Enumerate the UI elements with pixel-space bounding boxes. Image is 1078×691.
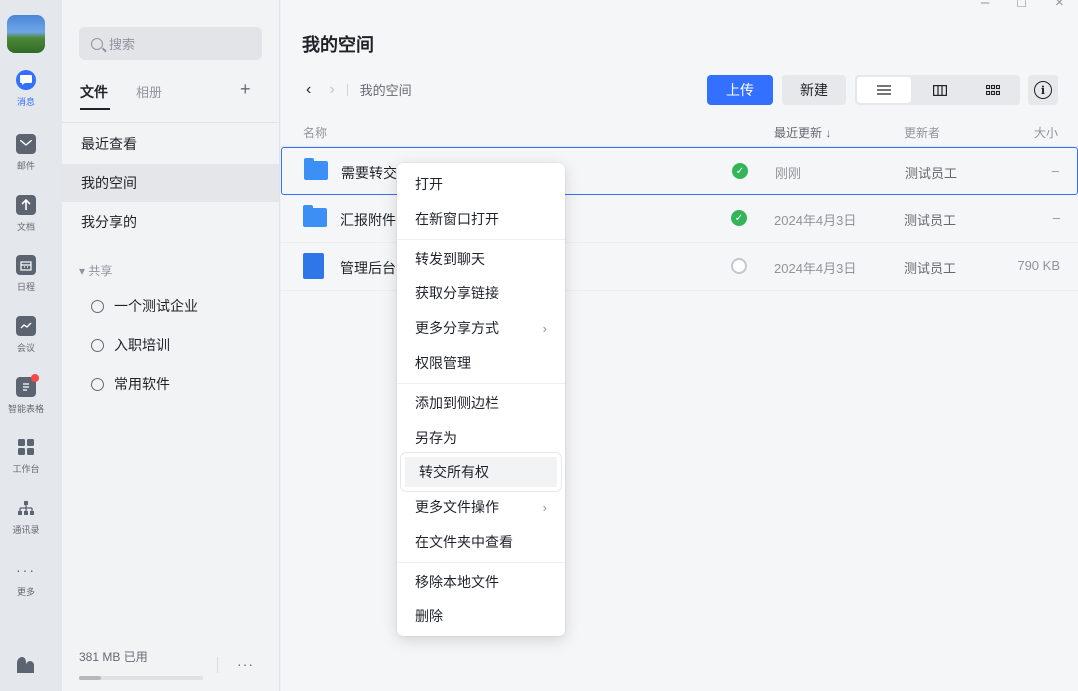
menu-item-save-as[interactable]: 另存为 bbox=[401, 422, 561, 454]
tab-album[interactable]: 相册 bbox=[136, 82, 162, 101]
nav-my-space[interactable]: 我的空间 bbox=[62, 164, 279, 202]
nav-shared-by-me[interactable]: 我分享的 bbox=[62, 203, 279, 241]
menu-item-more-file-ops[interactable]: 更多文件操作 › bbox=[401, 491, 561, 523]
column-header-updated[interactable]: 最近更新 ↓ bbox=[774, 124, 831, 141]
divider bbox=[217, 657, 218, 673]
rail-item-more[interactable]: ··· 更多 bbox=[0, 560, 52, 598]
app-rail: 消息 邮件 文档 日程 会议 智能表格 工作台 通讯录 ··· 更多 bbox=[0, 0, 62, 691]
divider bbox=[397, 383, 565, 384]
sidebar-tabs: 文件 相册 + bbox=[80, 79, 265, 110]
shared-item[interactable]: 入职培训 bbox=[91, 335, 170, 355]
info-icon: i bbox=[1034, 81, 1052, 99]
folder-icon bbox=[304, 158, 328, 180]
chevron-right-icon: › bbox=[542, 499, 547, 515]
space-icon bbox=[91, 338, 104, 352]
context-menu: 打开 在新窗口打开 转发到聊天 获取分享链接 更多分享方式 › 权限管理 添加到… bbox=[397, 163, 565, 636]
document-icon bbox=[303, 253, 324, 279]
storage-progress-bar bbox=[79, 676, 203, 680]
chevron-right-icon: › bbox=[542, 320, 547, 336]
storage-usage-text: 381 MB 已用 bbox=[79, 650, 148, 664]
docs-icon bbox=[16, 195, 36, 215]
menu-item-show-in-folder[interactable]: 在文件夹中查看 bbox=[401, 526, 561, 558]
grid-view-icon[interactable] bbox=[966, 75, 1020, 105]
user-avatar[interactable] bbox=[7, 15, 45, 53]
column-view-icon[interactable] bbox=[913, 75, 967, 105]
add-button[interactable]: + bbox=[240, 79, 251, 100]
menu-item-delete[interactable]: 删除 bbox=[401, 600, 561, 632]
smart-table-icon bbox=[16, 374, 39, 397]
column-header-name[interactable]: 名称 bbox=[303, 124, 327, 141]
new-button[interactable]: 新建 bbox=[782, 75, 846, 105]
breadcrumb: ‹ › 我的空间 bbox=[306, 80, 412, 99]
breadcrumb-item[interactable]: 我的空间 bbox=[360, 80, 412, 99]
rail-item-workbench[interactable]: 工作台 bbox=[0, 437, 52, 475]
shared-item[interactable]: 常用软件 bbox=[91, 374, 170, 394]
rail-item-messages[interactable]: 消息 bbox=[0, 70, 52, 108]
back-icon[interactable]: ‹ bbox=[306, 81, 311, 99]
maximize-icon[interactable]: □ bbox=[1017, 0, 1026, 11]
divider bbox=[397, 239, 565, 240]
page-title: 我的空间 bbox=[302, 35, 374, 55]
rail-item-meeting[interactable]: 会议 bbox=[0, 316, 52, 354]
calendar-icon bbox=[16, 255, 36, 275]
synced-icon: ✓ bbox=[732, 163, 748, 179]
rail-item-mail[interactable]: 邮件 bbox=[0, 134, 52, 172]
menu-item-open-new-window[interactable]: 在新窗口打开 bbox=[401, 203, 561, 235]
shared-section-header[interactable]: ▾ 共享 bbox=[79, 262, 112, 279]
column-header-updater: 更新者 bbox=[904, 126, 941, 140]
mail-icon bbox=[16, 134, 36, 154]
space-icon bbox=[91, 299, 104, 313]
menu-item-transfer-ownership[interactable]: 转交所有权 bbox=[401, 453, 561, 491]
forward-icon[interactable]: › bbox=[329, 81, 334, 99]
list-view-icon[interactable] bbox=[857, 77, 911, 103]
info-button[interactable]: i bbox=[1028, 75, 1058, 105]
more-icon: ··· bbox=[16, 562, 36, 578]
nav-recent[interactable]: 最近查看 bbox=[62, 125, 279, 163]
menu-item-get-share-link[interactable]: 获取分享链接 bbox=[401, 277, 561, 309]
tab-files[interactable]: 文件 bbox=[80, 82, 110, 110]
view-switcher bbox=[855, 75, 1020, 105]
rail-item-calendar[interactable]: 日程 bbox=[0, 255, 52, 293]
rail-item-smart-table[interactable]: 智能表格 bbox=[0, 374, 52, 415]
menu-item-open[interactable]: 打开 bbox=[401, 168, 561, 200]
folder-icon bbox=[303, 205, 327, 227]
shared-item[interactable]: 一个测试企业 bbox=[91, 296, 198, 316]
app-logo-icon[interactable] bbox=[14, 656, 36, 674]
rail-item-contacts[interactable]: 通讯录 bbox=[0, 498, 52, 536]
menu-item-remove-local[interactable]: 移除本地文件 bbox=[401, 566, 561, 598]
sync-pending-icon bbox=[731, 258, 747, 274]
storage-progress-fill bbox=[79, 676, 102, 680]
storage-more-button[interactable]: ··· bbox=[237, 656, 254, 672]
chat-icon bbox=[16, 70, 36, 90]
divider bbox=[62, 122, 280, 123]
workbench-icon bbox=[16, 437, 36, 457]
synced-icon: ✓ bbox=[731, 210, 747, 226]
divider bbox=[397, 562, 565, 563]
search-input[interactable]: 搜索 bbox=[79, 27, 262, 60]
space-icon bbox=[91, 377, 104, 391]
upload-button[interactable]: 上传 bbox=[707, 75, 773, 105]
rail-item-docs[interactable]: 文档 bbox=[0, 195, 52, 233]
menu-item-permissions[interactable]: 权限管理 bbox=[401, 347, 561, 379]
menu-item-forward-to-chat[interactable]: 转发到聊天 bbox=[401, 243, 561, 275]
minimize-icon[interactable]: – bbox=[981, 0, 989, 11]
notification-dot bbox=[31, 374, 39, 382]
menu-item-more-share[interactable]: 更多分享方式 › bbox=[401, 312, 561, 344]
contacts-icon bbox=[16, 498, 36, 518]
meeting-icon bbox=[16, 316, 36, 336]
menu-item-add-to-sidebar[interactable]: 添加到侧边栏 bbox=[401, 387, 561, 419]
file-sidebar: 搜索 文件 相册 + 最近查看 我的空间 我分享的 ▾ 共享 一个测试企业 入职… bbox=[62, 0, 280, 691]
column-header-size: 大小 bbox=[1033, 126, 1058, 140]
close-icon[interactable]: × bbox=[1055, 0, 1064, 11]
divider bbox=[346, 83, 348, 96]
search-icon bbox=[91, 37, 103, 50]
